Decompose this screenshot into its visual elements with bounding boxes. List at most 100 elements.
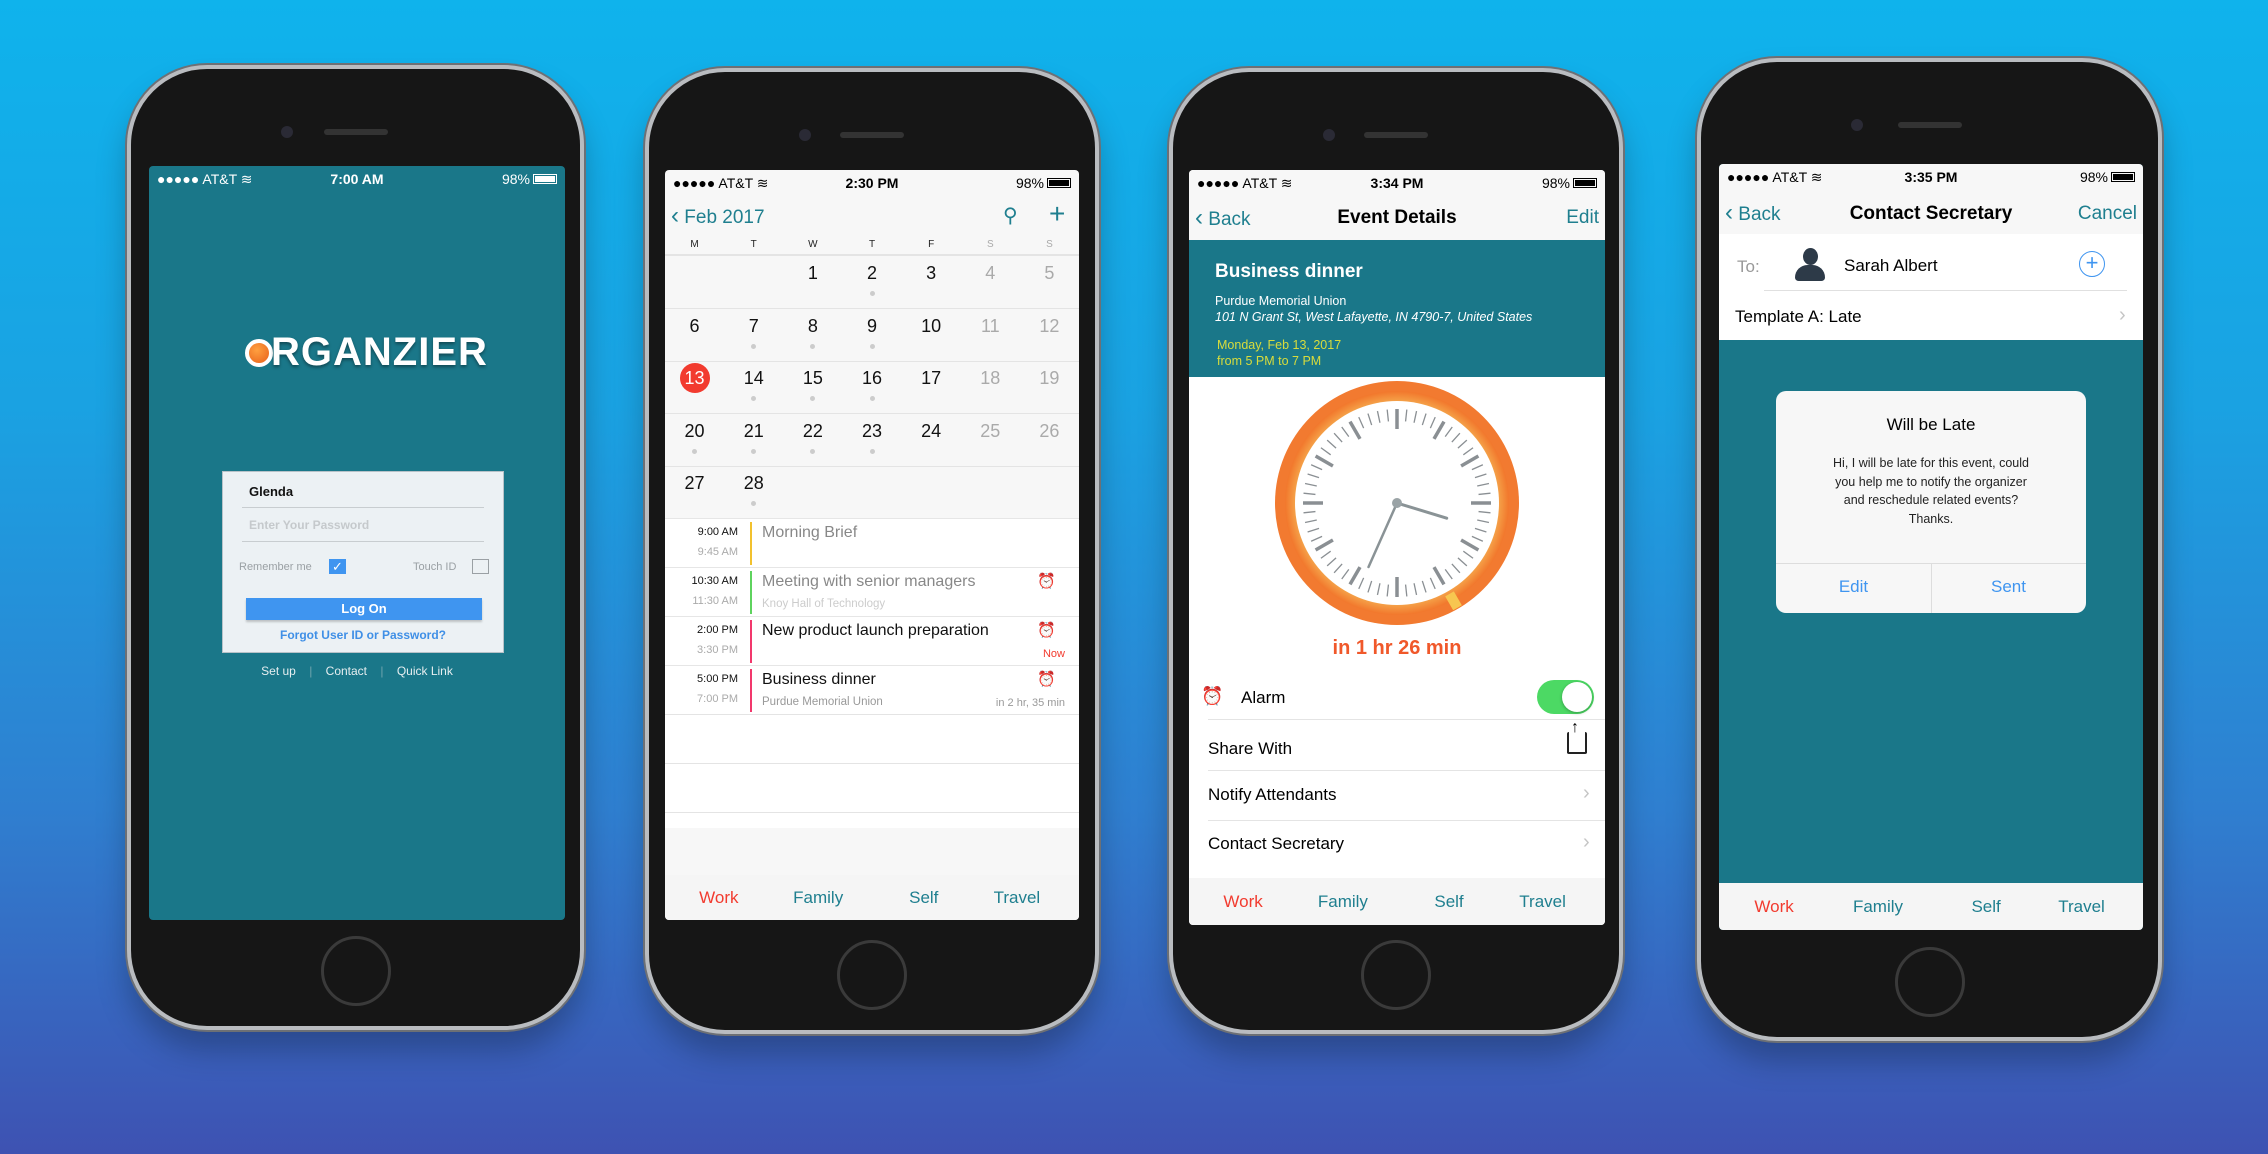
battery-icon: [1047, 178, 1071, 189]
calendar-day[interactable]: 21: [739, 416, 769, 446]
tab-family[interactable]: Family: [1853, 897, 1903, 917]
event-row[interactable]: 9:00 AM 9:45 AM Morning Brief: [665, 518, 1079, 567]
contact-link[interactable]: Contact: [326, 664, 367, 678]
dialog-message: Hi, I will be late for this event, could…: [1776, 454, 2086, 528]
remember-me-checkbox[interactable]: ✓: [329, 559, 346, 574]
tab-work[interactable]: Work: [699, 888, 738, 908]
app-logo: RGANZIER: [245, 330, 488, 375]
month-back-button[interactable]: ‹ Feb 2017: [671, 203, 765, 231]
calendar-day[interactable]: 19: [1034, 363, 1064, 393]
username-field[interactable]: Glenda: [249, 484, 293, 499]
calendar-day[interactable]: 16: [857, 363, 887, 393]
search-icon[interactable]: ⚲: [1003, 203, 1018, 228]
event-color-bar: [750, 669, 752, 712]
event-end: 7:00 PM: [697, 693, 738, 705]
calendar-day[interactable]: 18: [975, 363, 1005, 393]
calendar-day[interactable]: 17: [916, 363, 946, 393]
calendar-day[interactable]: 15: [798, 363, 828, 393]
calendar-day[interactable]: 2: [857, 258, 887, 288]
calendar-day[interactable]: 6: [680, 311, 710, 341]
calendar-day[interactable]: 9: [857, 311, 887, 341]
quick-link[interactable]: Quick Link: [397, 664, 453, 678]
calendar-day[interactable]: 28: [739, 468, 769, 498]
setup-link[interactable]: Set up: [261, 664, 296, 678]
tab-travel[interactable]: Travel: [2058, 897, 2105, 917]
add-event-icon[interactable]: +: [1049, 198, 1065, 230]
tab-work[interactable]: Work: [1754, 897, 1793, 917]
home-button[interactable]: [1894, 947, 1965, 1017]
tab-family[interactable]: Family: [793, 888, 843, 908]
home-button[interactable]: [837, 940, 907, 1010]
speaker: [323, 129, 388, 135]
calendar-day[interactable]: 23: [857, 416, 887, 446]
event-row[interactable]: 5:00 PM 7:00 PM Business dinner Purdue M…: [665, 665, 1079, 714]
alarm-label: Alarm: [1241, 688, 1286, 707]
calendar-day[interactable]: 25: [975, 416, 1005, 446]
divider: [665, 360, 1079, 362]
front-camera: [799, 129, 811, 141]
event-details-screen: ●●●●● AT&T ≋ 3:34 PM 98% ‹ Back Event De…: [1189, 170, 1605, 925]
dialog-send-button[interactable]: Sent: [1931, 577, 2086, 597]
message-line: Thanks.: [1908, 511, 1954, 526]
home-button[interactable]: [320, 936, 391, 1006]
calendar-day[interactable]: 8: [798, 311, 828, 341]
recipient-name: Sarah Albert: [1844, 256, 1938, 275]
calendar-day[interactable]: 26: [1034, 416, 1064, 446]
forgot-link[interactable]: Forgot User ID or Password?: [223, 628, 503, 642]
event-dot: [751, 396, 757, 401]
tab-self[interactable]: Self: [1434, 892, 1463, 912]
divider: [1208, 719, 1605, 720]
log-on-button[interactable]: Log On: [246, 598, 482, 620]
divider: [665, 812, 1079, 813]
calendar-day[interactable]: 22: [798, 416, 828, 446]
calendar-day[interactable]: 11: [975, 311, 1005, 341]
calendar-day[interactable]: 14: [739, 363, 769, 393]
calendar-day[interactable]: 5: [1034, 258, 1064, 288]
dialog-edit-button[interactable]: Edit: [1776, 577, 1931, 597]
event-row[interactable]: 2:00 PM 3:30 PM New product launch prepa…: [665, 616, 1079, 665]
calendar-day[interactable]: 24: [916, 416, 946, 446]
contact-secretary-item[interactable]: Contact Secretary: [1208, 834, 1344, 854]
calendar-day[interactable]: 1: [798, 258, 828, 288]
divider: [1764, 290, 2127, 291]
calendar-day[interactable]: 7: [739, 311, 769, 341]
tab-travel[interactable]: Travel: [1519, 892, 1566, 912]
tab-work[interactable]: Work: [1223, 892, 1262, 912]
tab-bar: Work Family Self Travel: [1719, 883, 2143, 930]
calendar-day[interactable]: 12: [1034, 311, 1064, 341]
message-line: and reschedule related events?: [1843, 493, 2019, 507]
event-dot: [810, 396, 816, 401]
tab-travel[interactable]: Travel: [994, 888, 1041, 908]
edit-button[interactable]: Edit: [1566, 207, 1599, 229]
alarm-icon: ⏰: [1037, 573, 1056, 590]
calendar-day[interactable]: 20: [680, 416, 710, 446]
share-with-label: Share With: [1208, 739, 1293, 758]
add-recipient-icon[interactable]: +: [2079, 251, 2105, 277]
event-row[interactable]: 10:30 AM 11:30 AM Meeting with senior ma…: [665, 567, 1079, 616]
calendar-day[interactable]: 13: [679, 363, 710, 393]
tab-self[interactable]: Self: [1971, 897, 2000, 917]
password-field[interactable]: Enter Your Password: [249, 518, 369, 532]
event-dot: [810, 343, 816, 349]
battery-icon: [533, 174, 557, 185]
message-line: you help me to notify the organizer: [1835, 474, 2027, 489]
template-selector[interactable]: Template A: Late: [1735, 307, 1862, 327]
alarm-toggle[interactable]: [1537, 680, 1594, 714]
event-color-bar: [750, 571, 752, 614]
share-icon[interactable]: ↑: [1567, 720, 1587, 754]
calendar-day[interactable]: 4: [975, 258, 1005, 288]
event-start: 9:00 AM: [697, 526, 738, 538]
tab-self[interactable]: Self: [909, 888, 938, 908]
tab-family[interactable]: Family: [1318, 892, 1368, 912]
event-dot: [751, 343, 757, 349]
cancel-button[interactable]: Cancel: [2078, 203, 2137, 225]
calendar-day[interactable]: 10: [916, 311, 946, 341]
touch-id-checkbox[interactable]: [472, 559, 489, 574]
event-start: 10:30 AM: [691, 575, 738, 587]
tab-bar: Work Family Self Travel: [665, 875, 1079, 920]
event-note: in 2 hr, 35 min: [995, 697, 1065, 709]
home-button[interactable]: [1361, 940, 1431, 1010]
calendar-day[interactable]: 27: [680, 468, 710, 498]
notify-attendants-item[interactable]: Notify Attendants: [1208, 785, 1337, 805]
calendar-day[interactable]: 3: [916, 258, 946, 288]
